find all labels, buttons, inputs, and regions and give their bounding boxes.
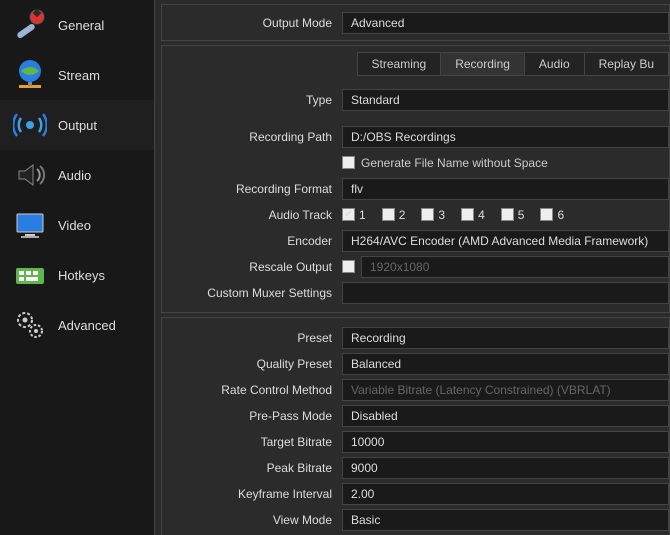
prepass-select[interactable]: Disabled xyxy=(342,405,669,427)
muxer-label: Custom Muxer Settings xyxy=(162,286,342,300)
rescale-select[interactable]: 1920x1080 xyxy=(361,256,669,278)
encoder-section: Preset Recording Quality Preset Balanced… xyxy=(161,317,670,535)
sidebar-item-stream[interactable]: Stream xyxy=(0,50,154,100)
sidebar-item-label: Stream xyxy=(58,68,100,83)
track-2-checkbox[interactable] xyxy=(382,208,395,221)
sidebar-item-advanced[interactable]: Advanced xyxy=(0,300,154,350)
keyframe-label: Keyframe Interval xyxy=(162,487,342,501)
recording-path-input[interactable]: D:/OBS Recordings xyxy=(342,126,669,148)
peak-bitrate-label: Peak Bitrate xyxy=(162,461,342,475)
track-5-label: 5 xyxy=(518,208,525,222)
sidebar-item-output[interactable]: Output xyxy=(0,100,154,150)
output-mode-select[interactable]: Advanced xyxy=(342,12,669,34)
sidebar-item-label: Advanced xyxy=(58,318,116,333)
output-mode-section: Output Mode Advanced xyxy=(161,4,670,41)
sidebar-item-video[interactable]: Video xyxy=(0,200,154,250)
type-label: Type xyxy=(162,93,342,107)
sidebar: General Stream Output Audio Video Hotkey… xyxy=(0,0,155,535)
preset-select[interactable]: Recording xyxy=(342,327,669,349)
sidebar-item-audio[interactable]: Audio xyxy=(0,150,154,200)
track-5-checkbox[interactable] xyxy=(501,208,514,221)
track-4-label: 4 xyxy=(478,208,485,222)
track-6-checkbox[interactable] xyxy=(540,208,553,221)
audio-track-group: ✔ 1 2 3 4 5 6 xyxy=(342,208,669,222)
keyboard-icon xyxy=(12,257,48,293)
sidebar-item-label: Output xyxy=(58,118,97,133)
track-2-label: 2 xyxy=(399,208,406,222)
sidebar-item-label: Hotkeys xyxy=(58,268,105,283)
recording-format-select[interactable]: flv xyxy=(342,178,669,200)
tab-replay-buffer[interactable]: Replay Bu xyxy=(584,52,669,76)
track-1-label: 1 xyxy=(359,208,366,222)
output-mode-label: Output Mode xyxy=(162,16,342,30)
speaker-icon xyxy=(12,157,48,193)
track-3-label: 3 xyxy=(438,208,445,222)
preset-label: Preset xyxy=(162,331,342,345)
recording-section: Streaming Recording Audio Replay Bu Type… xyxy=(161,45,670,313)
tab-streaming[interactable]: Streaming xyxy=(357,52,442,76)
encoder-label: Encoder xyxy=(162,234,342,248)
target-bitrate-input[interactable]: 10000 xyxy=(342,431,669,453)
rate-control-label: Rate Control Method xyxy=(162,383,342,397)
broadcast-icon xyxy=(12,107,48,143)
track-4-checkbox[interactable] xyxy=(461,208,474,221)
track-3-checkbox[interactable] xyxy=(421,208,434,221)
output-tabs: Streaming Recording Audio Replay Bu xyxy=(162,46,669,80)
rescale-label: Rescale Output xyxy=(162,260,342,274)
type-select[interactable]: Standard xyxy=(342,89,669,111)
view-mode-label: View Mode xyxy=(162,513,342,527)
sidebar-item-general[interactable]: General xyxy=(0,0,154,50)
globe-icon xyxy=(12,57,48,93)
main-panel: Output Mode Advanced Streaming Recording… xyxy=(155,0,670,535)
audio-track-label: Audio Track xyxy=(162,208,342,222)
sidebar-item-label: Audio xyxy=(58,168,91,183)
track-1-checkbox[interactable]: ✔ xyxy=(342,208,355,221)
recording-format-label: Recording Format xyxy=(162,182,342,196)
wrench-icon xyxy=(12,7,48,43)
quality-preset-select[interactable]: Balanced xyxy=(342,353,669,375)
tab-audio[interactable]: Audio xyxy=(524,52,585,76)
recording-path-label: Recording Path xyxy=(162,130,342,144)
prepass-label: Pre-Pass Mode xyxy=(162,409,342,423)
tab-recording[interactable]: Recording xyxy=(440,52,525,76)
quality-preset-label: Quality Preset xyxy=(162,357,342,371)
muxer-input[interactable] xyxy=(342,282,669,304)
keyframe-input[interactable]: 2.00 xyxy=(342,483,669,505)
sidebar-item-label: Video xyxy=(58,218,91,233)
encoder-select[interactable]: H264/AVC Encoder (AMD Advanced Media Fra… xyxy=(342,230,669,252)
monitor-icon xyxy=(12,207,48,243)
sidebar-item-label: General xyxy=(58,18,104,33)
target-bitrate-label: Target Bitrate xyxy=(162,435,342,449)
view-mode-select[interactable]: Basic xyxy=(342,509,669,531)
sidebar-item-hotkeys[interactable]: Hotkeys xyxy=(0,250,154,300)
genfile-label: Generate File Name without Space xyxy=(361,156,548,170)
gears-icon xyxy=(12,307,48,343)
peak-bitrate-input[interactable]: 9000 xyxy=(342,457,669,479)
rate-control-select[interactable]: Variable Bitrate (Latency Constrained) (… xyxy=(342,379,669,401)
track-6-label: 6 xyxy=(557,208,564,222)
genfile-checkbox[interactable] xyxy=(342,156,355,169)
rescale-checkbox[interactable] xyxy=(342,260,355,273)
